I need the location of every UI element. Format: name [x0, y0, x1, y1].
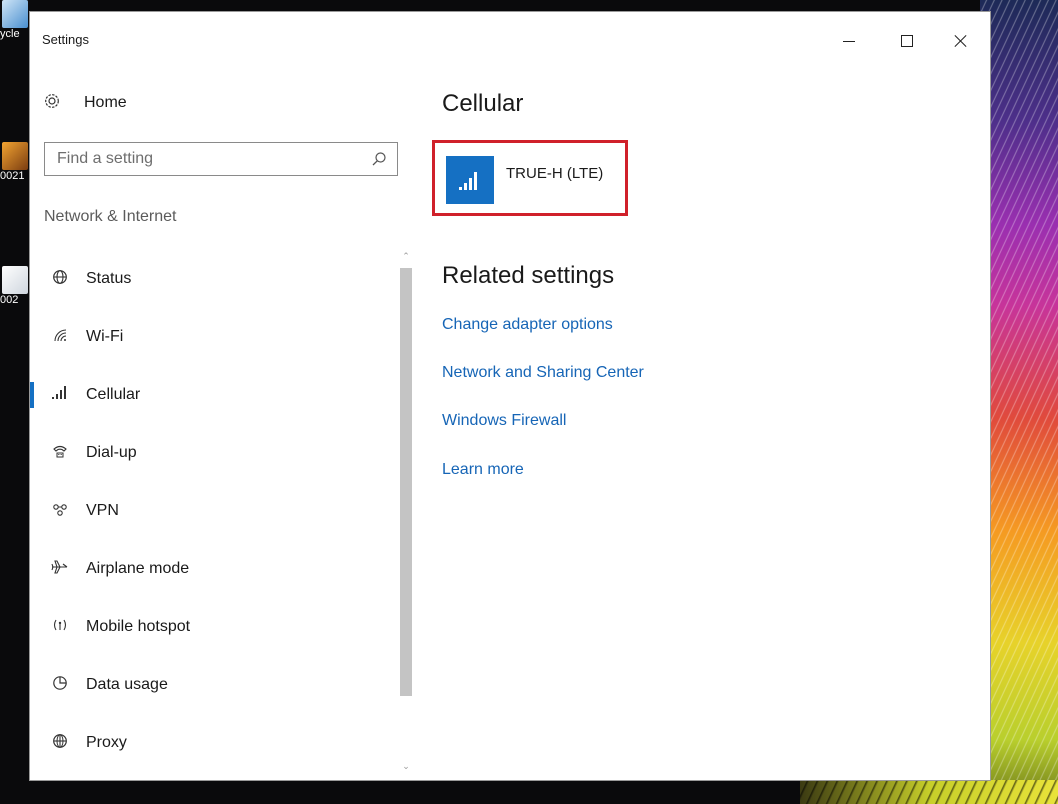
- scrollbar-thumb[interactable]: [400, 268, 412, 696]
- cellular-signal-icon: [46, 386, 74, 404]
- file-icon: [2, 142, 28, 170]
- page-title: Cellular: [442, 90, 524, 117]
- globe-icon: [46, 733, 74, 753]
- minimize-button[interactable]: [826, 26, 872, 54]
- nav-item-label: Cellular: [86, 386, 141, 403]
- cellular-connection-card[interactable]: TRUE-H (LTE): [432, 140, 628, 216]
- nav-item-label: Status: [86, 270, 132, 287]
- status-globe-icon: [46, 269, 74, 289]
- search-icon[interactable]: [371, 151, 387, 167]
- nav-item-vpn[interactable]: VPN: [30, 482, 400, 540]
- desktop-icon-file-2[interactable]: 002: [0, 266, 30, 307]
- nav-item-label: VPN: [86, 502, 119, 519]
- nav-item-label: Mobile hotspot: [86, 618, 191, 635]
- close-button[interactable]: [938, 26, 984, 54]
- nav-item-label: Data usage: [86, 676, 168, 693]
- nav-item-cellular[interactable]: Cellular: [30, 366, 400, 424]
- nav-item-label: Wi-Fi: [86, 328, 124, 345]
- dialup-phone-icon: [46, 443, 74, 463]
- link-change-adapter-options[interactable]: Change adapter options: [442, 316, 613, 334]
- related-settings-title: Related settings: [442, 262, 615, 289]
- nav-item-label: Proxy: [86, 734, 127, 751]
- link-network-sharing-center[interactable]: Network and Sharing Center: [442, 364, 644, 382]
- desktop-wallpaper-strip: [800, 780, 1058, 804]
- minimize-icon: [843, 40, 855, 42]
- nav-scrollbar[interactable]: ⌃ ⌄: [400, 248, 412, 776]
- desktop-icon-file-1[interactable]: 0021: [0, 142, 30, 183]
- search-input[interactable]: [45, 143, 363, 175]
- vpn-icon: [46, 502, 74, 520]
- scroll-up-arrow-icon[interactable]: ⌃: [400, 250, 412, 262]
- nav-item-wifi[interactable]: Wi-Fi: [30, 308, 400, 366]
- desktop-icon-label: ycle: [0, 28, 20, 40]
- nav-item-data-usage[interactable]: Data usage: [30, 656, 400, 714]
- nav-item-status[interactable]: Status: [30, 250, 400, 308]
- link-learn-more[interactable]: Learn more: [442, 461, 524, 479]
- section-header: Network & Internet: [44, 208, 177, 225]
- connection-name: TRUE-H (LTE): [506, 165, 604, 182]
- scroll-down-arrow-icon[interactable]: ⌄: [400, 760, 412, 772]
- desktop-icon-label: 0021: [0, 170, 25, 182]
- desktop-icon-label: 002: [0, 294, 19, 306]
- close-icon: [954, 34, 968, 48]
- nav-home[interactable]: Home: [38, 92, 127, 114]
- nav-item-dialup[interactable]: Dial-up: [30, 424, 400, 482]
- recycle-bin-icon: [2, 0, 28, 28]
- nav-item-hotspot[interactable]: Mobile hotspot: [30, 598, 400, 656]
- cellular-signal-icon: [459, 172, 477, 190]
- maximize-icon: [901, 35, 913, 48]
- link-windows-firewall[interactable]: Windows Firewall: [442, 412, 566, 430]
- settings-window: Settings Home Network & Internet: [30, 12, 990, 780]
- gear-icon: [38, 92, 66, 115]
- wifi-icon: [46, 327, 74, 347]
- maximize-button[interactable]: [884, 26, 930, 54]
- nav-item-label: Dial-up: [86, 444, 137, 461]
- nav-item-label: Airplane mode: [86, 560, 190, 577]
- cellular-signal-tile: [446, 156, 494, 204]
- hotspot-icon: [46, 617, 74, 637]
- title-bar[interactable]: Settings: [30, 12, 990, 56]
- data-usage-icon: [46, 675, 74, 695]
- desktop-wallpaper: [980, 0, 1058, 804]
- nav-home-label: Home: [84, 94, 127, 111]
- search-box[interactable]: [44, 142, 398, 176]
- nav-item-airplane[interactable]: Airplane mode: [30, 540, 400, 598]
- nav-item-proxy[interactable]: Proxy: [30, 714, 400, 772]
- airplane-icon: [46, 559, 74, 579]
- window-title: Settings: [42, 32, 89, 47]
- nav-list: Status Wi-Fi Cellular Dial-up VPN Airpla…: [30, 250, 400, 772]
- document-icon: [2, 266, 28, 294]
- desktop-icon-recycle-bin[interactable]: ycle: [0, 0, 30, 41]
